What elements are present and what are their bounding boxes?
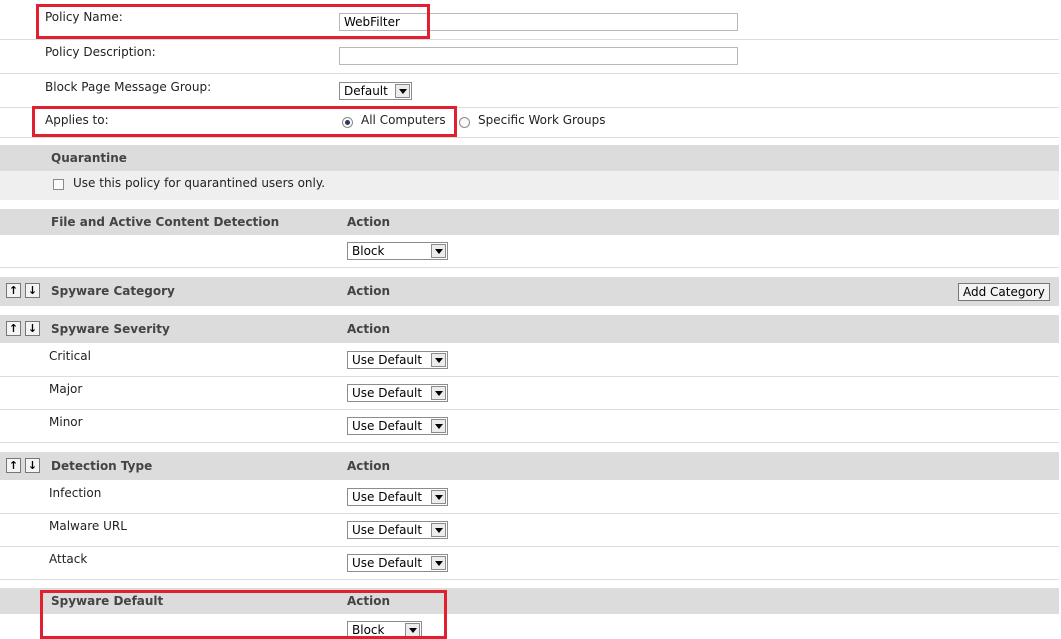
quarantine-header: [0, 145, 1059, 171]
add-category-button[interactable]: Add Category: [958, 283, 1050, 301]
chevron-down-icon[interactable]: [431, 490, 446, 504]
chevron-down-icon[interactable]: [395, 84, 410, 98]
spyware-severity-title: Spyware Severity: [51, 322, 170, 336]
policy-description-label: Policy Description:: [45, 45, 156, 59]
detection-infection-select[interactable]: Use Default: [347, 488, 448, 506]
chevron-down-icon[interactable]: [431, 244, 446, 258]
down-arrow-icon[interactable]: ↓: [25, 321, 40, 336]
severity-major-value: Use Default: [352, 386, 423, 400]
quarantine-title: Quarantine: [51, 151, 127, 165]
specific-work-groups-label: Specific Work Groups: [478, 113, 606, 127]
chevron-down-icon[interactable]: [431, 353, 446, 367]
detection-type-action-header: Action: [347, 459, 391, 473]
detection-infection-value: Use Default: [352, 490, 423, 504]
severity-critical-label: Critical: [49, 349, 91, 363]
severity-critical-select[interactable]: Use Default: [347, 351, 448, 369]
detection-malware-url-value: Use Default: [352, 523, 423, 537]
block-page-select[interactable]: Default: [339, 82, 412, 100]
highlight-box-policy-name: [36, 4, 430, 39]
file-active-action-header: Action: [347, 215, 391, 229]
specific-work-groups-radio[interactable]: [459, 117, 470, 128]
detection-type-header: [0, 452, 1059, 480]
severity-major-label: Major: [49, 382, 83, 396]
quarantine-checkbox-label: Use this policy for quarantined users on…: [73, 176, 326, 190]
severity-minor-select[interactable]: Use Default: [347, 417, 448, 435]
up-arrow-icon[interactable]: ↑: [6, 458, 21, 473]
down-arrow-icon[interactable]: ↓: [25, 283, 40, 298]
chevron-down-icon[interactable]: [431, 419, 446, 433]
highlight-box-applies-to: [32, 106, 457, 137]
detection-type-title: Detection Type: [51, 459, 153, 473]
detection-attack-select[interactable]: Use Default: [347, 554, 448, 572]
spyware-category-action-header: Action: [347, 284, 391, 298]
file-active-action-select[interactable]: Block: [347, 242, 448, 260]
file-active-title: File and Active Content Detection: [51, 215, 280, 229]
highlight-box-spyware-default: [40, 590, 447, 639]
quarantine-checkbox[interactable]: [53, 179, 64, 190]
chevron-down-icon[interactable]: [431, 556, 446, 570]
up-arrow-icon[interactable]: ↑: [6, 283, 21, 298]
severity-critical-value: Use Default: [352, 353, 423, 367]
detection-malware-url-label: Malware URL: [49, 519, 127, 533]
spyware-category-title: Spyware Category: [51, 284, 175, 298]
down-arrow-icon[interactable]: ↓: [25, 458, 40, 473]
severity-minor-label: Minor: [49, 415, 83, 429]
detection-infection-label: Infection: [49, 486, 102, 500]
detection-malware-url-select[interactable]: Use Default: [347, 521, 448, 539]
detection-attack-value: Use Default: [352, 556, 423, 570]
chevron-down-icon[interactable]: [431, 523, 446, 537]
severity-minor-value: Use Default: [352, 419, 423, 433]
block-page-value: Default: [344, 84, 388, 98]
policy-description-input[interactable]: [339, 47, 738, 65]
up-arrow-icon[interactable]: ↑: [6, 321, 21, 336]
spyware-severity-action-header: Action: [347, 322, 391, 336]
detection-attack-label: Attack: [49, 552, 88, 566]
file-active-action-value: Block: [352, 244, 385, 258]
chevron-down-icon[interactable]: [431, 386, 446, 400]
block-page-label: Block Page Message Group:: [45, 80, 212, 94]
severity-major-select[interactable]: Use Default: [347, 384, 448, 402]
